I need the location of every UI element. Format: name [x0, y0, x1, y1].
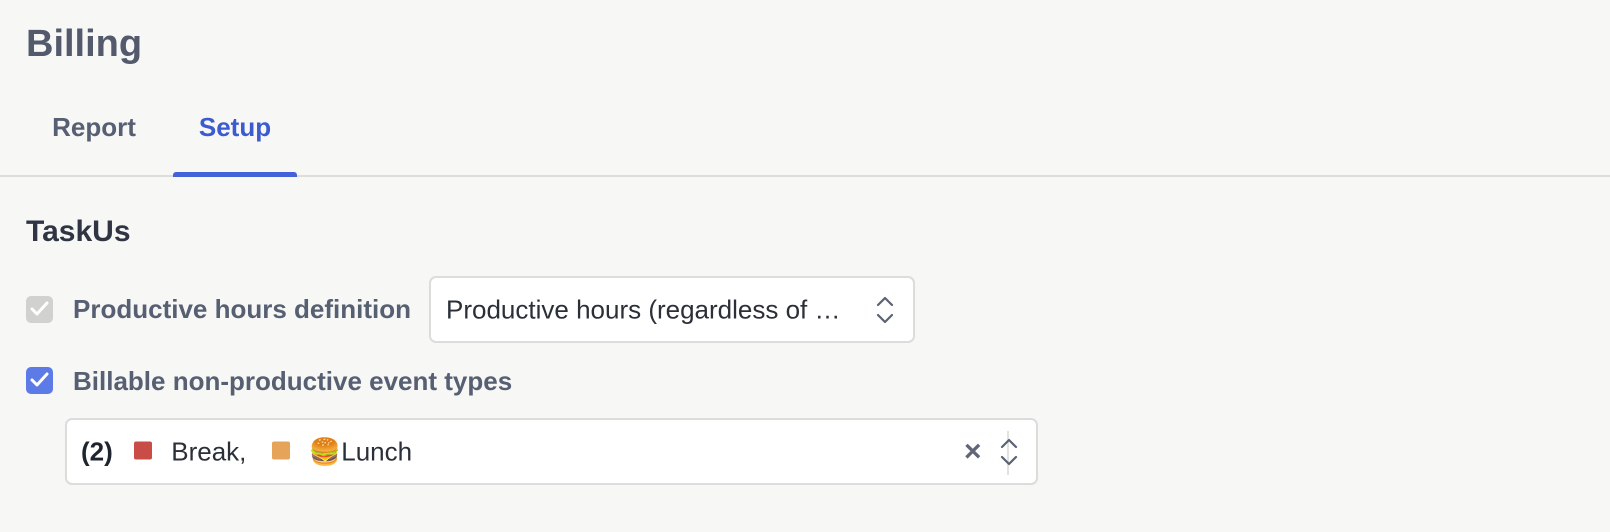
tab-bar: Report Setup — [0, 100, 1610, 177]
break-color-swatch — [134, 441, 153, 460]
billable-events-checkbox[interactable] — [26, 367, 53, 394]
checkmark-icon — [30, 372, 49, 387]
billable-events-selected: (2) Break, 🍔Lunch — [81, 436, 412, 467]
checkmark-icon — [30, 301, 49, 316]
page-title: Billing — [26, 23, 143, 65]
chevron-updown-icon[interactable] — [999, 435, 1019, 469]
lunch-color-swatch — [271, 441, 290, 460]
productive-hours-select-value: Productive hours (regardless of … — [446, 294, 841, 324]
productive-hours-checkbox[interactable] — [26, 296, 53, 323]
selected-item-lunch: Lunch — [341, 436, 413, 466]
section-title: TaskUs — [26, 215, 131, 248]
selected-item-break: Break, — [171, 436, 247, 466]
tab-setup[interactable]: Setup — [173, 100, 297, 177]
hamburger-icon: 🍔 — [308, 436, 342, 466]
selected-count: (2) — [81, 436, 113, 466]
clear-icon[interactable]: × — [964, 436, 982, 467]
productive-hours-label: Productive hours definition — [73, 294, 412, 324]
productive-hours-select[interactable]: Productive hours (regardless of … — [429, 276, 915, 343]
billable-events-label: Billable non-productive event types — [73, 366, 513, 396]
billable-events-multiselect[interactable]: (2) Break, 🍔Lunch × — [65, 418, 1038, 485]
chevron-updown-icon — [876, 296, 894, 323]
tab-report[interactable]: Report — [26, 100, 162, 175]
